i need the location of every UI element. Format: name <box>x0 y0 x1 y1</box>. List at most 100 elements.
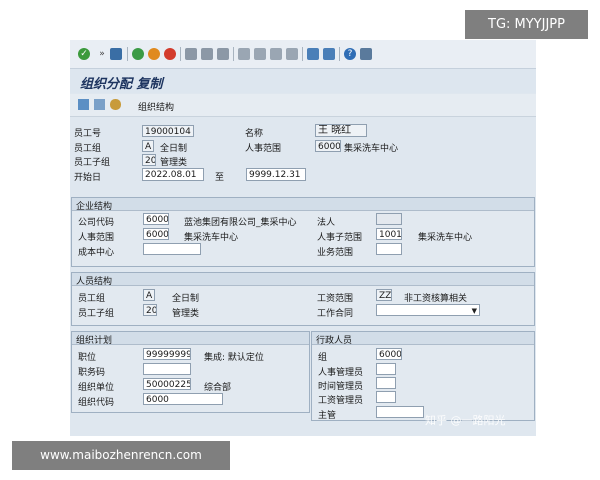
standard-toolbar: ✓ » ? <box>70 40 536 69</box>
company-code-field[interactable]: 6000 <box>143 213 169 225</box>
emp-group-code-field[interactable]: A <box>142 140 154 152</box>
payroll-admin-field[interactable] <box>376 391 396 403</box>
org-key-label: 组织代码 <box>78 398 115 408</box>
emp-group-label: 员工组 <box>74 144 102 154</box>
start-date-label: 开始日 <box>74 173 102 183</box>
emp-no-label: 员工号 <box>74 129 102 139</box>
org-structure-button[interactable]: 组织结构 <box>138 100 174 113</box>
group-header: 组织计划 <box>72 332 309 346</box>
admin-group-label: 组 <box>318 353 328 363</box>
emp-subgroup-code-field[interactable]: 20 <box>142 154 156 166</box>
work-contract-label: 工作合同 <box>317 309 354 319</box>
personnel-structure-title: 人员结构 <box>76 277 113 287</box>
next-page-icon[interactable] <box>270 48 282 60</box>
pers-area-label: 人事范围 <box>245 144 282 154</box>
payroll-area-code-field[interactable]: ZZ <box>376 289 392 301</box>
cost-center-field[interactable] <box>143 243 201 255</box>
group-header: 企业结构 <box>72 198 534 212</box>
position-label: 职位 <box>78 353 97 363</box>
screen-title-bar: 组织分配 复制 <box>70 69 536 93</box>
payroll-area-label: 工资范围 <box>317 294 354 304</box>
url-watermark: www.maibozhenrencn.com <box>12 441 230 470</box>
zhihu-watermark: 知乎 @一路阳光 <box>425 414 506 427</box>
pers-area-label: 人事范围 <box>78 233 115 243</box>
emp-group-label: 员工组 <box>78 294 106 304</box>
time-admin-label: 时间管理员 <box>318 382 364 392</box>
save-icon[interactable] <box>110 48 122 60</box>
company-code-label: 公司代码 <box>78 218 115 228</box>
name-field[interactable]: 王 晓红 <box>315 124 367 137</box>
emp-subgroup-text: 管理类 <box>160 158 188 168</box>
find-icon[interactable] <box>201 48 213 60</box>
enter-icon[interactable]: ✓ <box>78 48 90 60</box>
command-field-toggle-icon[interactable]: » <box>96 48 108 60</box>
cancel-icon[interactable] <box>164 48 176 60</box>
print-icon[interactable] <box>185 48 197 60</box>
supervisor-field[interactable] <box>376 406 424 418</box>
legal-entity-label: 法人 <box>317 218 336 228</box>
subarea-label: 人事子范围 <box>317 233 363 243</box>
emp-subgroup-label: 员工子组 <box>74 158 111 168</box>
tg-watermark: TG: MYYJJPP <box>465 10 588 39</box>
display-icon[interactable] <box>78 99 89 110</box>
admin-group-field[interactable]: 6000 <box>376 348 402 360</box>
time-admin-field[interactable] <box>376 377 396 389</box>
last-page-icon[interactable] <box>286 48 298 60</box>
pers-area-code-field[interactable]: 6000 <box>143 228 169 240</box>
work-contract-select[interactable]: ▼ <box>376 304 480 316</box>
org-plan-group: 组织计划 职位 99999999 集成: 默认定位 职务码 组织单位 50000… <box>71 331 310 413</box>
position-text: 集成: 默认定位 <box>204 353 264 363</box>
job-key-label: 职务码 <box>78 368 106 378</box>
administrators-group: 行政人员 组 6000 人事管理员 时间管理员 工资管理员 主管 <box>311 331 535 421</box>
pers-admin-field[interactable] <box>376 363 396 375</box>
dropdown-arrow-icon[interactable]: ▼ <box>472 305 477 315</box>
group-header: 行政人员 <box>312 332 534 346</box>
supervisor-label: 主管 <box>318 411 337 421</box>
screen-title: 组织分配 复制 <box>80 77 163 92</box>
start-date-field[interactable]: 2022.08.01 <box>142 168 204 181</box>
find-next-icon[interactable] <box>217 48 229 60</box>
end-date-field[interactable]: 9999.12.31 <box>246 168 306 181</box>
org-unit-text: 综合部 <box>204 383 232 393</box>
pers-area-code-field[interactable]: 6000 <box>315 140 341 152</box>
emp-subgroup-label: 员工子组 <box>78 309 115 319</box>
business-area-field[interactable] <box>376 243 402 255</box>
exit-icon[interactable] <box>148 48 160 60</box>
job-key-field[interactable] <box>143 363 191 375</box>
subarea-code-field[interactable]: 1001 <box>376 228 402 240</box>
subarea-text: 集采洗车中心 <box>418 233 473 243</box>
emp-no-field[interactable]: 19000104 <box>142 125 194 137</box>
enterprise-structure-group: 企业结构 公司代码 6000 蓝池集团有限公司_集采中心 法人 人事范围 600… <box>71 197 535 267</box>
enterprise-structure-title: 企业结构 <box>76 202 113 212</box>
org-key-field[interactable]: 6000 <box>143 393 223 405</box>
org-plan-title: 组织计划 <box>76 336 113 346</box>
pers-area-text: 集采洗车中心 <box>344 144 399 154</box>
org-unit-code-field[interactable]: 50000225 <box>143 378 191 390</box>
group-header: 人员结构 <box>72 273 534 287</box>
customize-layout-icon[interactable] <box>360 48 372 60</box>
org-structure-icon[interactable] <box>110 99 121 110</box>
name-label: 名称 <box>245 129 264 139</box>
first-page-icon[interactable] <box>238 48 250 60</box>
new-session-icon[interactable] <box>307 48 319 60</box>
change-icon[interactable] <box>94 99 105 110</box>
emp-subgroup-code-field[interactable]: 20 <box>143 304 157 316</box>
position-code-field[interactable]: 99999999 <box>143 348 191 360</box>
personnel-structure-group: 人员结构 员工组 A 全日制 工资范围 ZZ 非工资核算相关 员工子组 20 管… <box>71 272 535 326</box>
pers-area-text: 集采洗车中心 <box>184 233 239 243</box>
application-toolbar: 组织结构 <box>70 94 536 117</box>
emp-group-code-field[interactable]: A <box>143 289 155 301</box>
payroll-admin-label: 工资管理员 <box>318 396 364 406</box>
emp-group-text: 全日制 <box>160 144 188 154</box>
help-icon[interactable]: ? <box>344 48 356 60</box>
back-icon[interactable] <box>132 48 144 60</box>
previous-page-icon[interactable] <box>254 48 266 60</box>
shortcut-icon[interactable] <box>323 48 335 60</box>
org-unit-label: 组织单位 <box>78 383 115 393</box>
emp-group-text: 全日制 <box>172 294 200 304</box>
payroll-area-text: 非工资核算相关 <box>404 294 468 304</box>
pers-admin-label: 人事管理员 <box>318 368 364 378</box>
business-area-label: 业务范围 <box>317 248 354 258</box>
to-label: 至 <box>215 173 225 183</box>
legal-entity-field[interactable] <box>376 213 402 225</box>
